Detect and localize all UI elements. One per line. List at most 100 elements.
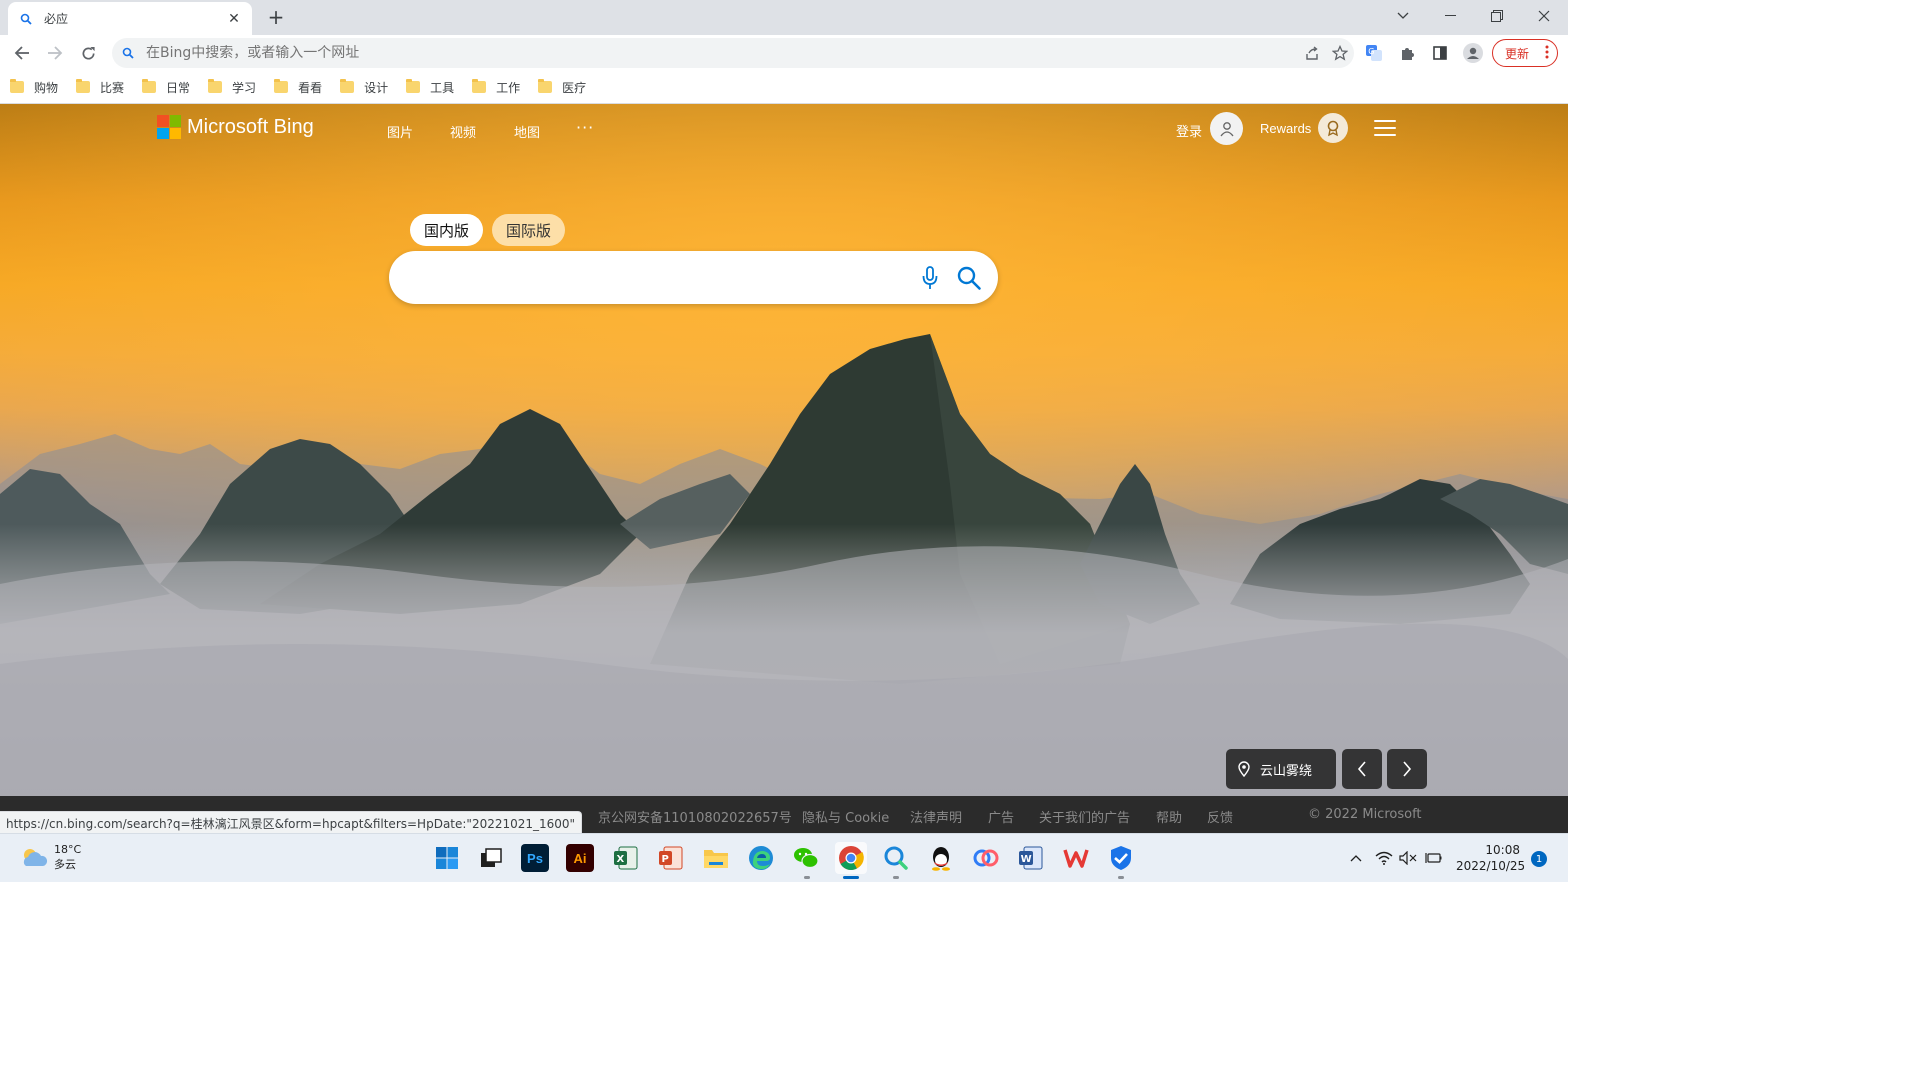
footer-link-ads[interactable]: 广告 bbox=[988, 807, 1014, 826]
weather-condition: 多云 bbox=[54, 858, 76, 871]
baidu-netdisk-icon[interactable] bbox=[970, 842, 1002, 874]
photoshop-icon[interactable]: Ps bbox=[521, 844, 549, 872]
footer-link-icp[interactable]: 京公网安备11010802022657号 bbox=[598, 807, 792, 826]
footer-link-feedback[interactable]: 反馈 bbox=[1207, 807, 1233, 826]
illustrator-icon[interactable]: Ai bbox=[566, 844, 594, 872]
wifi-icon[interactable] bbox=[1374, 848, 1394, 868]
footer-link-help[interactable]: 帮助 bbox=[1156, 807, 1182, 826]
bookmark-folder[interactable]: 设计 bbox=[340, 79, 388, 96]
svg-text:X: X bbox=[617, 854, 625, 865]
reload-button[interactable] bbox=[74, 39, 102, 67]
bookmark-folder[interactable]: 看看 bbox=[274, 79, 322, 96]
signin-link[interactable]: 登录 bbox=[1176, 121, 1202, 140]
share-icon[interactable] bbox=[1298, 39, 1326, 67]
nav-images[interactable]: 图片 bbox=[387, 122, 413, 141]
side-panel-icon[interactable] bbox=[1428, 41, 1452, 65]
edge-icon[interactable] bbox=[745, 842, 777, 874]
folder-icon bbox=[538, 79, 553, 93]
microphone-icon[interactable] bbox=[918, 263, 942, 293]
status-bar-url: https://cn.bing.com/search?q=桂林漓江风景区&for… bbox=[0, 811, 583, 833]
folder-icon bbox=[406, 79, 421, 93]
next-image-button[interactable] bbox=[1387, 749, 1427, 789]
bookmark-folder[interactable]: 医疗 bbox=[538, 79, 586, 96]
bookmark-star-icon[interactable] bbox=[1326, 39, 1354, 67]
bing-logo[interactable]: Microsoft Bing bbox=[157, 115, 314, 139]
minimize-icon[interactable] bbox=[1427, 0, 1473, 32]
svg-text:G: G bbox=[1368, 47, 1374, 56]
tab-search-icon[interactable] bbox=[1380, 0, 1426, 32]
image-location-button[interactable]: 云山雾绕 bbox=[1226, 749, 1336, 789]
rewards-trophy-icon[interactable] bbox=[1318, 113, 1348, 143]
cloudy-weather-icon bbox=[23, 849, 48, 866]
wechat-icon[interactable] bbox=[790, 842, 822, 874]
search-app-icon[interactable] bbox=[880, 842, 912, 874]
footer-link-legal[interactable]: 法律声明 bbox=[910, 807, 962, 826]
tab-strip: 必应 ✕ + bbox=[0, 0, 1568, 35]
speaker-muted-icon[interactable] bbox=[1398, 848, 1418, 868]
bing-search-favicon-icon bbox=[18, 11, 34, 27]
browser-tab[interactable]: 必应 ✕ bbox=[8, 2, 252, 35]
microsoft-logo-icon bbox=[157, 115, 181, 139]
forward-button[interactable] bbox=[41, 39, 69, 67]
weather-widget[interactable]: 18°C 多云 bbox=[20, 842, 81, 872]
folder-icon bbox=[142, 79, 157, 93]
qq-icon[interactable] bbox=[925, 842, 957, 874]
chevron-left-icon bbox=[1357, 761, 1366, 777]
nav-videos[interactable]: 视频 bbox=[450, 122, 476, 141]
search-button-icon[interactable] bbox=[954, 263, 984, 293]
footer-copyright: © 2022 Microsoft bbox=[1308, 807, 1422, 822]
bookmark-folder[interactable]: 日常 bbox=[142, 79, 190, 96]
nav-more[interactable]: ··· bbox=[576, 118, 594, 137]
powerpoint-icon[interactable]: P bbox=[655, 842, 687, 874]
chrome-icon[interactable] bbox=[835, 842, 867, 874]
task-view-icon[interactable] bbox=[475, 842, 507, 874]
start-icon[interactable] bbox=[431, 842, 463, 874]
search-box[interactable] bbox=[389, 251, 998, 304]
translate-icon[interactable]: G bbox=[1362, 41, 1386, 65]
location-pin-icon bbox=[1238, 761, 1250, 777]
running-indicator bbox=[893, 876, 899, 879]
rewards-link[interactable]: Rewards bbox=[1260, 121, 1311, 136]
bookmarks-bar: 购物 比赛 日常 学习 看看 设计 工具 工作 医疗 bbox=[0, 71, 1568, 104]
wps-icon[interactable] bbox=[1060, 842, 1092, 874]
windows-taskbar: 18°C 多云 Ps Ai X P W 10:08 2022/10/25 1 bbox=[0, 833, 1568, 882]
search-input[interactable] bbox=[413, 263, 913, 293]
address-bar[interactable] bbox=[112, 38, 1354, 68]
close-window-icon[interactable] bbox=[1521, 0, 1567, 32]
battery-icon[interactable] bbox=[1424, 848, 1444, 868]
bookmark-folder[interactable]: 比赛 bbox=[76, 79, 124, 96]
running-indicator bbox=[1118, 876, 1124, 879]
profile-icon[interactable] bbox=[1461, 41, 1485, 65]
tab-international[interactable]: 国际版 bbox=[492, 214, 566, 246]
word-icon[interactable]: W bbox=[1015, 842, 1047, 874]
tab-close-icon[interactable]: ✕ bbox=[226, 11, 242, 27]
restore-icon[interactable] bbox=[1474, 0, 1520, 32]
notification-badge[interactable]: 1 bbox=[1531, 851, 1547, 867]
location-label: 云山雾绕 bbox=[1260, 763, 1313, 779]
browser-toolbar: G 更新 bbox=[0, 35, 1568, 71]
footer-link-privacy[interactable]: 隐私与 Cookie bbox=[802, 807, 889, 826]
file-explorer-icon[interactable] bbox=[700, 842, 732, 874]
bookmark-folder[interactable]: 工作 bbox=[472, 79, 520, 96]
chevron-up-icon[interactable] bbox=[1346, 848, 1366, 868]
search-icon bbox=[122, 46, 136, 60]
system-clock[interactable]: 10:08 2022/10/25 bbox=[1456, 842, 1525, 874]
back-button[interactable] bbox=[8, 39, 36, 67]
user-avatar-icon[interactable] bbox=[1210, 112, 1243, 145]
bookmark-folder[interactable]: 学习 bbox=[208, 79, 256, 96]
update-button[interactable]: 更新 bbox=[1492, 39, 1558, 67]
address-input[interactable] bbox=[146, 45, 1298, 61]
folder-icon bbox=[274, 79, 289, 93]
bookmark-folder[interactable]: 购物 bbox=[10, 79, 58, 96]
footer-link-about-ads[interactable]: 关于我们的广告 bbox=[1039, 807, 1130, 826]
nav-maps[interactable]: 地图 bbox=[514, 122, 540, 141]
excel-icon[interactable]: X bbox=[610, 842, 642, 874]
extensions-puzzle-icon[interactable] bbox=[1396, 41, 1420, 65]
background-image[interactable] bbox=[0, 104, 1568, 796]
menu-icon[interactable] bbox=[1374, 120, 1396, 136]
previous-image-button[interactable] bbox=[1342, 749, 1382, 789]
new-tab-button[interactable]: + bbox=[264, 6, 288, 30]
bookmark-folder[interactable]: 工具 bbox=[406, 79, 454, 96]
tab-domestic[interactable]: 国内版 bbox=[410, 214, 484, 246]
security-icon[interactable] bbox=[1105, 842, 1137, 874]
